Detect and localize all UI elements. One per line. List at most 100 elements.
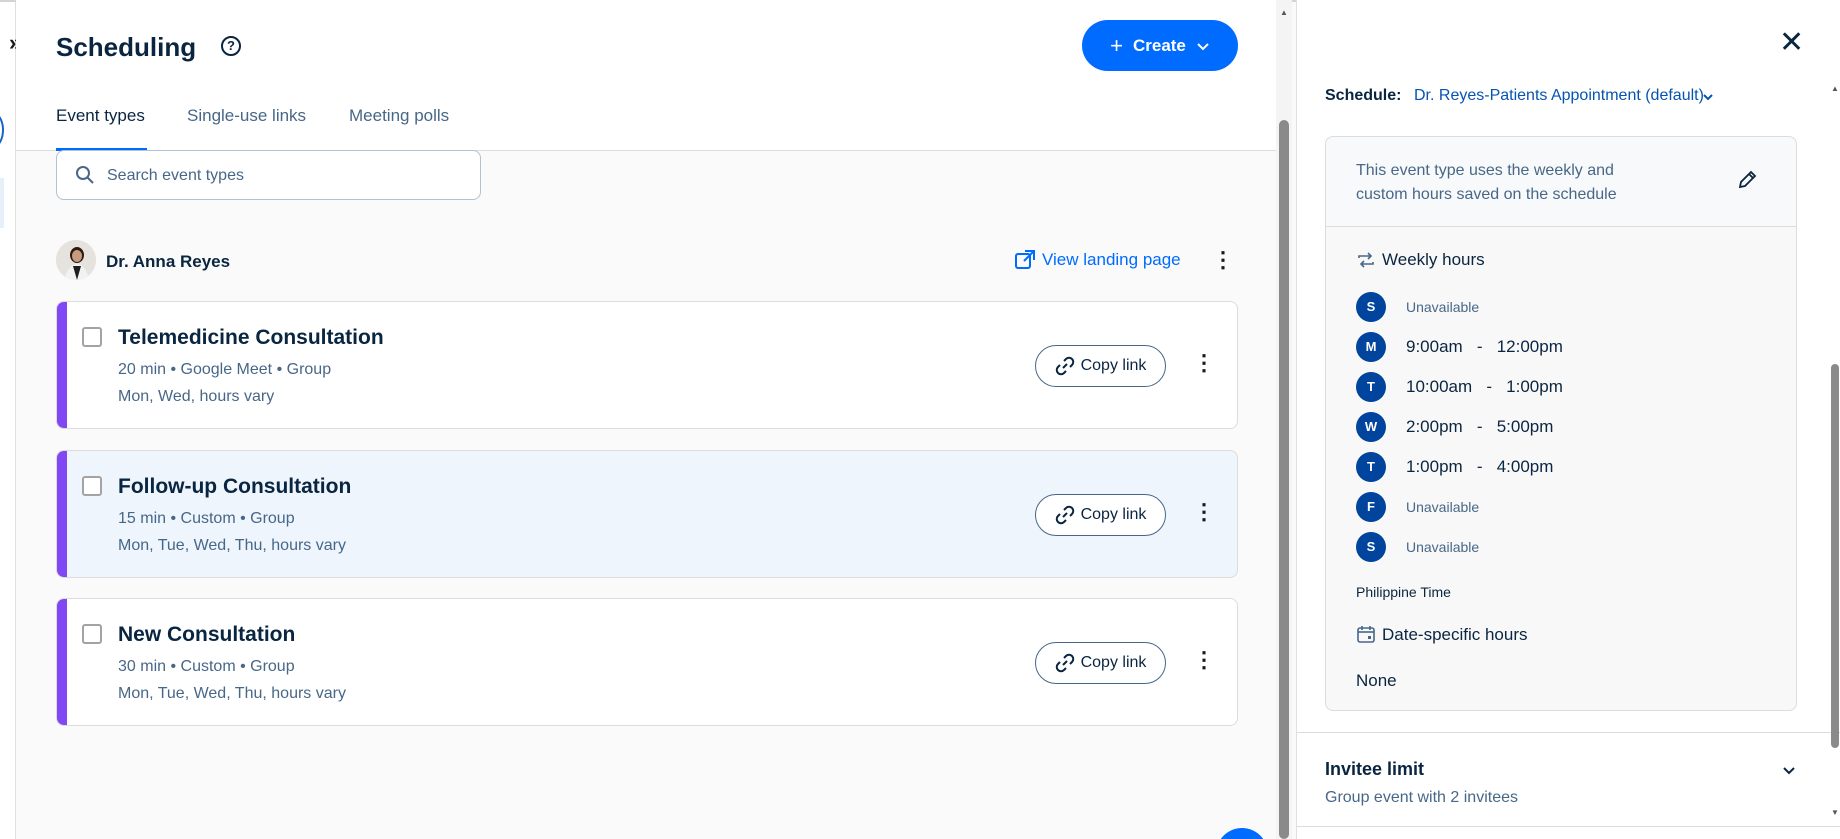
- weekly-hours-title: Weekly hours: [1382, 250, 1485, 269]
- day-badge: M: [1356, 332, 1386, 362]
- repeat-icon: [1358, 252, 1374, 268]
- day-row: T 10:00am - 1:00pm: [1356, 372, 1776, 402]
- event-checkbox[interactable]: [82, 624, 102, 644]
- day-badge: S: [1356, 292, 1386, 322]
- close-icon[interactable]: ✕: [1779, 28, 1804, 58]
- page-title: Scheduling: [56, 32, 197, 62]
- event-type-card[interactable]: Follow-up Consultation 15 min • Custom •…: [56, 450, 1238, 578]
- panel-scrollbar[interactable]: ▲ ▼: [1827, 84, 1840, 820]
- event-color-stripe: [57, 302, 67, 428]
- event-days: Mon, Tue, Wed, Thu, hours vary: [118, 537, 346, 554]
- tab-single-use-links[interactable]: Single-use links: [187, 106, 306, 126]
- day-row: S Unavailable: [1356, 292, 1776, 322]
- main-content: Scheduling ? + Create Event types Single…: [16, 0, 1276, 839]
- scrollbar-thumb[interactable]: [1831, 364, 1839, 748]
- search-icon: [76, 166, 94, 184]
- create-label: Create: [1132, 35, 1186, 55]
- copy-link-button[interactable]: Copy link: [1035, 642, 1166, 684]
- view-landing-page-link[interactable]: View landing page: [1014, 249, 1181, 271]
- event-checkbox[interactable]: [82, 327, 102, 347]
- tab-event-types[interactable]: Event types: [56, 106, 145, 126]
- chevron-down-icon[interactable]: [1781, 762, 1797, 778]
- external-link-icon: [1015, 250, 1035, 269]
- day-badge: W: [1356, 412, 1386, 442]
- create-button[interactable]: + Create: [1082, 20, 1238, 71]
- event-detail-panel: ✕ Schedule: Dr. Reyes-Patients Appointme…: [1296, 0, 1840, 839]
- day-hours: Unavailable: [1406, 299, 1480, 315]
- event-color-stripe: [57, 451, 67, 577]
- link-icon: [1055, 356, 1074, 376]
- schedule-label: Schedule:: [1325, 87, 1402, 104]
- main-scrollbar[interactable]: ▲: [1276, 0, 1292, 839]
- link-icon: [1055, 505, 1074, 525]
- day-hours: 2:00pm - 5:00pm: [1406, 417, 1554, 436]
- day-hours: 9:00am - 12:00pm: [1406, 337, 1563, 356]
- day-row: T 1:00pm - 4:00pm: [1356, 452, 1776, 482]
- day-row: M 9:00am - 12:00pm: [1356, 332, 1776, 362]
- schedule-dropdown[interactable]: Dr. Reyes-Patients Appointment (default): [1414, 87, 1704, 105]
- day-hours: Unavailable: [1406, 499, 1480, 515]
- copy-link-label: Copy link: [1080, 506, 1147, 523]
- event-more-icon[interactable]: ⋮: [1193, 649, 1215, 671]
- event-name[interactable]: Follow-up Consultation: [118, 475, 351, 499]
- search-input[interactable]: [107, 165, 467, 187]
- event-type-card[interactable]: Telemedicine Consultation 20 min • Googl…: [56, 301, 1238, 429]
- day-badge: T: [1356, 372, 1386, 402]
- event-meta: 30 min • Custom • Group: [118, 658, 295, 675]
- scroll-up-icon[interactable]: ▲: [1831, 84, 1839, 93]
- invitee-limit-title[interactable]: Invitee limit: [1325, 759, 1424, 780]
- collapsed-nav: »: [0, 0, 21, 839]
- owner-name: Dr. Anna Reyes: [106, 252, 231, 271]
- divider: [1297, 732, 1840, 733]
- day-row: S Unavailable: [1356, 532, 1776, 562]
- copy-link-button[interactable]: Copy link: [1035, 494, 1166, 536]
- floating-action-button[interactable]: [1216, 828, 1268, 839]
- copy-link-button[interactable]: Copy link: [1035, 345, 1166, 387]
- link-icon: [1055, 653, 1074, 673]
- owner-more-icon[interactable]: ⋮: [1212, 249, 1234, 271]
- event-type-card[interactable]: New Consultation 30 min • Custom • Group…: [56, 598, 1238, 726]
- event-name[interactable]: New Consultation: [118, 623, 295, 647]
- avatar-image: [56, 240, 96, 280]
- day-badge: F: [1356, 492, 1386, 522]
- event-checkbox[interactable]: [82, 476, 102, 496]
- event-more-icon[interactable]: ⋮: [1193, 501, 1215, 523]
- date-specific-hours-value: None: [1356, 671, 1397, 690]
- event-days: Mon, Wed, hours vary: [118, 388, 275, 405]
- edit-pencil-icon[interactable]: [1736, 169, 1758, 191]
- event-more-icon[interactable]: ⋮: [1193, 352, 1215, 374]
- day-row: F Unavailable: [1356, 492, 1776, 522]
- search-box[interactable]: [56, 150, 481, 200]
- timezone-label: Philippine Time: [1356, 584, 1451, 600]
- scrollbar-thumb[interactable]: [1279, 120, 1289, 839]
- chevron-down-icon: [1197, 42, 1209, 50]
- day-hours: 10:00am - 1:00pm: [1406, 377, 1563, 396]
- plus-icon: +: [1110, 32, 1123, 58]
- help-icon[interactable]: ?: [221, 36, 241, 56]
- schedule-note-header: This event type uses the weekly and cust…: [1326, 137, 1796, 227]
- copy-link-label: Copy link: [1080, 357, 1147, 374]
- event-days: Mon, Tue, Wed, Thu, hours vary: [118, 685, 346, 702]
- calendar-icon: [1357, 626, 1375, 643]
- nav-circle-icon[interactable]: [0, 112, 4, 148]
- day-row: W 2:00pm - 5:00pm: [1356, 412, 1776, 442]
- chevron-down-icon[interactable]: [1702, 91, 1714, 103]
- day-hours: Unavailable: [1406, 539, 1480, 555]
- page-header: Scheduling ? + Create Event types Single…: [16, 0, 1276, 151]
- tab-meeting-polls[interactable]: Meeting polls: [349, 106, 449, 126]
- copy-link-label: Copy link: [1080, 654, 1147, 671]
- scroll-up-icon[interactable]: ▲: [1280, 8, 1288, 17]
- invitee-limit-summary: Group event with 2 invitees: [1325, 789, 1518, 806]
- scroll-down-icon[interactable]: ▼: [1831, 808, 1839, 817]
- event-meta: 15 min • Custom • Group: [118, 510, 295, 527]
- date-specific-hours-title: Date-specific hours: [1382, 625, 1528, 644]
- day-badge: T: [1356, 452, 1386, 482]
- event-color-stripe: [57, 599, 67, 725]
- divider: [1297, 826, 1840, 827]
- event-name[interactable]: Telemedicine Consultation: [118, 326, 384, 350]
- landing-label: View landing page: [1042, 250, 1181, 269]
- schedule-card: This event type uses the weekly and cust…: [1325, 136, 1797, 711]
- nav-active-indicator: [0, 178, 4, 228]
- avatar: [56, 240, 96, 280]
- day-badge: S: [1356, 532, 1386, 562]
